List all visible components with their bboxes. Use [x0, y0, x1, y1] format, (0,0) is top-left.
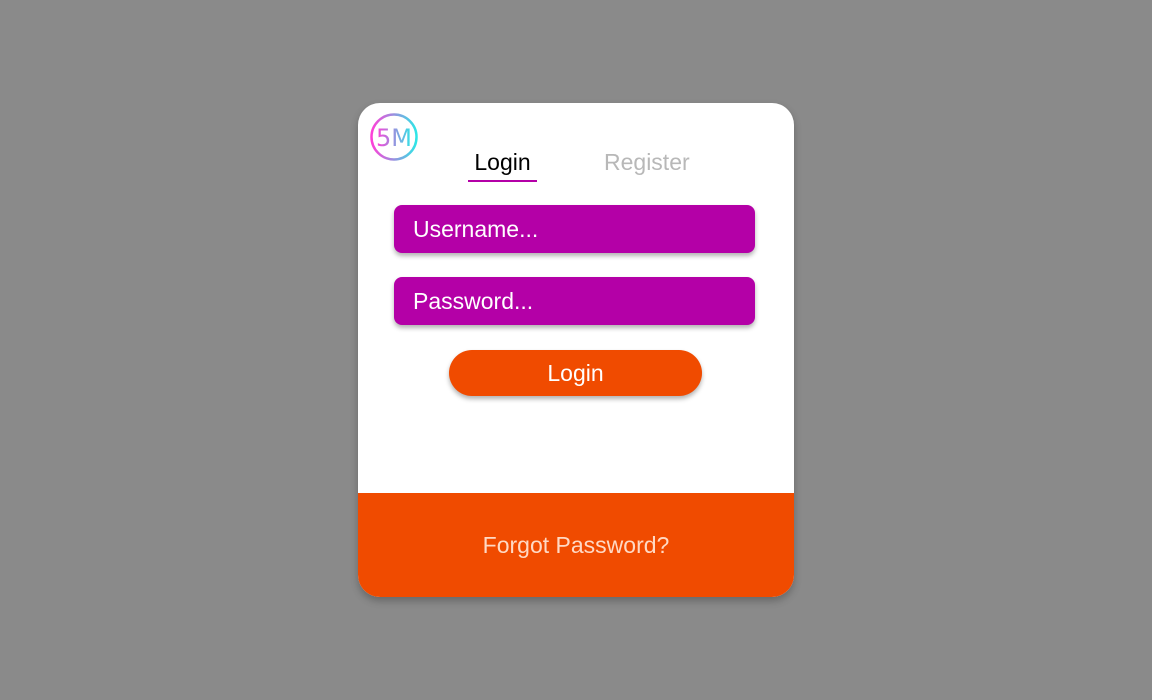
password-placeholder: Password...	[413, 287, 534, 314]
login-button[interactable]: Login	[449, 350, 702, 396]
forgot-password-link[interactable]: Forgot Password?	[358, 531, 794, 559]
auth-card: 5M Login Register Username... Password..…	[358, 103, 794, 597]
tab-register[interactable]: Register	[604, 148, 690, 176]
card-footer: Forgot Password?	[358, 493, 794, 597]
tab-login[interactable]: Login	[468, 148, 537, 182]
username-placeholder: Username...	[413, 215, 539, 242]
username-input[interactable]: Username...	[394, 205, 755, 253]
password-input[interactable]: Password...	[394, 277, 755, 325]
auth-tabs: Login Register	[358, 148, 794, 188]
